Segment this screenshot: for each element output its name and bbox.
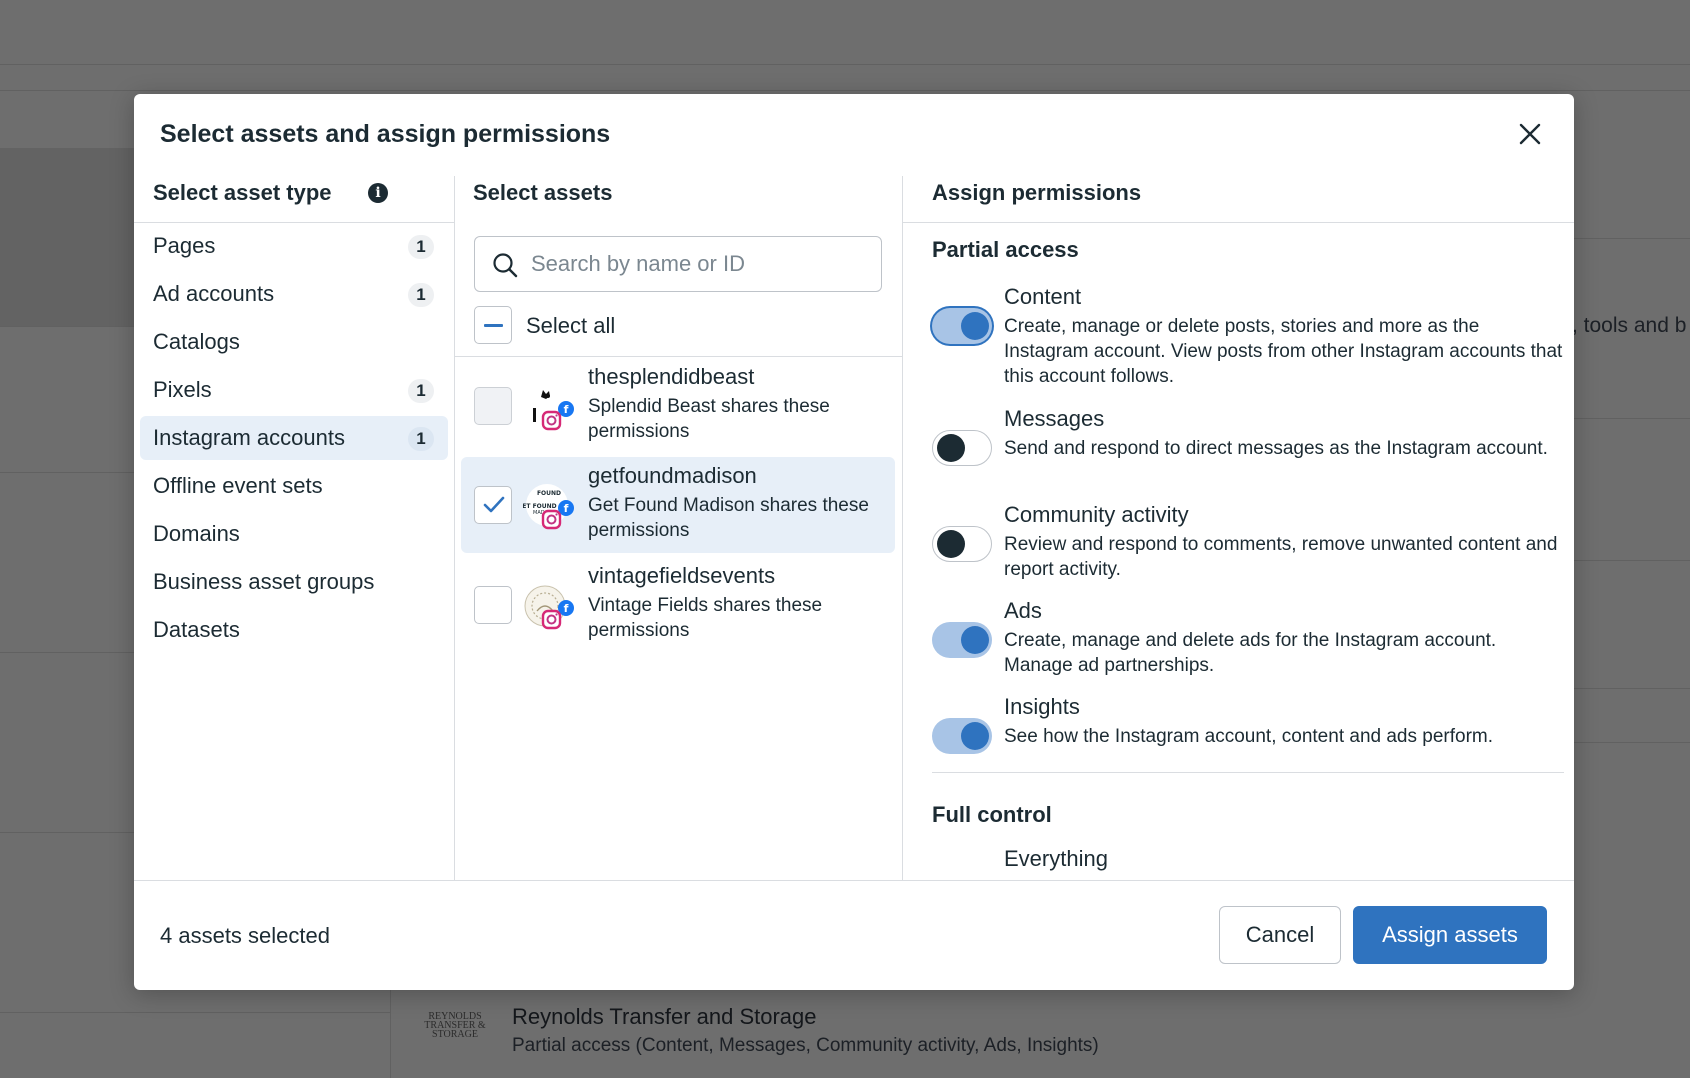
asset-name: getfoundmadison	[588, 463, 757, 488]
asset-type-label: Domains	[153, 521, 240, 546]
messages-toggle[interactable]	[932, 430, 992, 466]
search-box	[474, 236, 882, 292]
select-all-row[interactable]: Select all	[474, 306, 774, 346]
content-toggle[interactable]	[932, 308, 992, 344]
svg-text:f: f	[564, 403, 569, 416]
select-assets-heading: Select assets	[473, 180, 613, 205]
asset-type-pages[interactable]: Pages 1	[140, 224, 448, 268]
svg-text:GET FOUND: GET FOUND	[523, 503, 557, 510]
permission-title: Insights	[1004, 694, 1080, 719]
svg-text:f: f	[564, 502, 569, 515]
asset-type-label: Catalogs	[153, 329, 240, 354]
asset-type-heading: Select asset type	[153, 180, 332, 205]
asset-description: Splendid Beast shares these permissions	[588, 396, 830, 442]
asset-type-label: Ad accounts	[153, 281, 275, 306]
count-badge: 1	[408, 235, 434, 259]
permission-description: Create, manage or delete posts, stories …	[1004, 316, 1563, 387]
permission-title: Messages	[1004, 406, 1105, 431]
asset-type-pixels[interactable]: Pixels 1	[140, 368, 448, 412]
asset-row-thesplendidbeast[interactable]: f thesplendidbeast Splendid Beast shares…	[461, 358, 895, 454]
asset-description: Get Found Madison shares these permissio…	[588, 495, 869, 541]
asset-type-catalogs[interactable]: Catalogs	[140, 320, 448, 364]
full-control-title: Full control	[932, 802, 1052, 827]
dialog-title: Select assets and assign permissions	[160, 120, 611, 148]
permission-title: Everything	[1004, 846, 1108, 871]
selected-assets-count: 4 assets selected	[160, 923, 330, 948]
background-row-title: Reynolds Transfer and Storage	[512, 1004, 817, 1029]
cancel-button[interactable]: Cancel	[1219, 906, 1341, 964]
asset-type-instagram-accounts[interactable]: Instagram accounts 1	[140, 416, 448, 460]
svg-text:FOUND: FOUND	[537, 490, 561, 497]
asset-row-getfoundmadison[interactable]: FOUND GET FOUND MAD f getfoundmadison Ge…	[461, 457, 895, 553]
info-icon[interactable]: i	[368, 183, 388, 203]
count-badge: 1	[408, 427, 434, 451]
asset-type-label: Datasets	[153, 617, 240, 642]
count-badge: 1	[408, 283, 434, 307]
permission-title: Ads	[1004, 598, 1042, 623]
asset-type-datasets[interactable]: Datasets	[140, 608, 448, 652]
assign-permissions-dialog: Select assets and assign permissions Sel…	[134, 94, 1574, 990]
background-side-text: , tools and b	[1572, 314, 1687, 337]
asset-checkbox[interactable]	[474, 586, 512, 624]
insights-toggle[interactable]	[932, 718, 992, 754]
asset-description: Vintage Fields shares these permissions	[588, 595, 823, 641]
permission-description: Send and respond to direct messages as t…	[1004, 438, 1548, 459]
background-row-subtitle: Partial access (Content, Messages, Commu…	[512, 1035, 1099, 1056]
assign-permissions-heading: Assign permissions	[932, 180, 1142, 205]
search-icon	[493, 253, 518, 278]
ads-toggle[interactable]	[932, 622, 992, 658]
asset-type-label: Instagram accounts	[153, 425, 345, 450]
reynolds-logo: REYNOLDS TRANSFER & STORAGE	[424, 1011, 486, 1040]
select-all-checkbox[interactable]	[474, 306, 512, 344]
asset-type-domains[interactable]: Domains	[140, 512, 448, 556]
asset-name: thesplendidbeast	[588, 364, 755, 389]
count-badge: 1	[408, 379, 434, 403]
asset-checkbox[interactable]	[474, 387, 512, 425]
checkmark-icon	[483, 496, 505, 513]
permission-title: Community activity	[1004, 502, 1189, 527]
permission-description: Create, manage and delete ads for the In…	[1004, 630, 1497, 676]
assign-assets-button[interactable]: Assign assets	[1353, 906, 1547, 964]
partial-access-title: Partial access	[932, 237, 1079, 262]
asset-avatar: f	[524, 585, 574, 630]
search-input[interactable]	[531, 237, 871, 291]
asset-type-label: Pages	[153, 233, 216, 258]
asset-checkbox-checked[interactable]	[474, 486, 512, 524]
permission-title: Content	[1004, 284, 1082, 309]
select-all-label: Select all	[526, 313, 616, 338]
asset-avatar: FOUND GET FOUND MAD f	[523, 484, 574, 530]
permission-description: Review and respond to comments, remove u…	[1004, 534, 1558, 580]
community-activity-toggle[interactable]	[932, 526, 992, 562]
asset-type-label: Pixels	[153, 377, 212, 402]
permission-description: See how the Instagram account, content a…	[1004, 726, 1494, 747]
asset-row-vintagefieldsevents[interactable]: f vintagefieldsevents Vintage Fields sha…	[461, 557, 895, 653]
asset-type-business-asset-groups[interactable]: Business asset groups	[140, 560, 448, 604]
permissions-panel: Assign permissions Partial access Conten…	[922, 94, 1574, 880]
asset-avatar: f	[525, 386, 574, 431]
asset-type-label: Offline event sets	[153, 473, 323, 498]
asset-type-label: Business asset groups	[153, 569, 375, 594]
asset-type-ad-accounts[interactable]: Ad accounts 1	[140, 272, 448, 316]
asset-type-list: Pages 1 Ad accounts 1 Catalogs Pixels 1 Ins…	[140, 224, 448, 656]
asset-name: vintagefieldsevents	[588, 563, 776, 588]
asset-type-offline-event-sets[interactable]: Offline event sets	[140, 464, 448, 508]
svg-text:f: f	[564, 602, 569, 615]
